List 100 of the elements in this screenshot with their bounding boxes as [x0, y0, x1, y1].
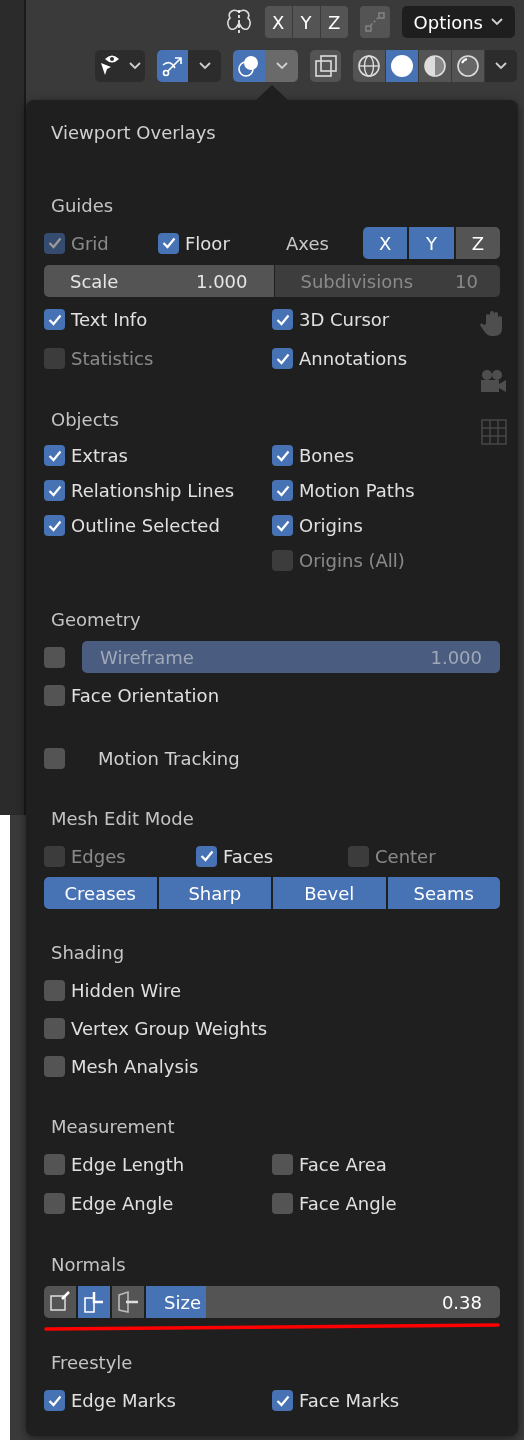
axis-toggle[interactable]: X — [363, 227, 408, 259]
checkbox[interactable] — [272, 1154, 293, 1175]
toggle-button[interactable]: Bevel — [273, 877, 386, 909]
checkbox[interactable] — [272, 445, 293, 466]
check-icon — [275, 519, 290, 532]
mirror-axis-toggle[interactable]: X — [264, 6, 292, 38]
check-icon — [275, 352, 290, 365]
checkbox[interactable] — [44, 1154, 65, 1175]
check-icon — [199, 850, 214, 862]
shading-mode-button[interactable] — [386, 50, 418, 82]
checkbox-label: Extras — [71, 444, 128, 468]
checkbox[interactable] — [44, 1390, 65, 1411]
checkbox-label: Bones — [299, 444, 355, 468]
xray-toggle[interactable] — [310, 50, 341, 82]
options-dropdown[interactable]: Options — [401, 6, 515, 38]
check-icon — [47, 449, 62, 462]
axis-toggle[interactable]: Y — [409, 227, 454, 259]
section-heading: Guides — [50, 193, 114, 218]
checkbox[interactable] — [44, 979, 65, 1001]
checkbox[interactable] — [44, 1017, 65, 1039]
normal-mode-button[interactable] — [44, 1286, 76, 1318]
axis-toggle[interactable]: Z — [455, 227, 500, 259]
section-heading: Measurement — [50, 1114, 175, 1139]
check-icon — [275, 313, 290, 326]
checkbox[interactable] — [196, 845, 217, 867]
shading-mode-button[interactable] — [419, 50, 451, 82]
solid-sphere-icon — [389, 53, 415, 79]
toggle-button[interactable]: Seams — [387, 877, 500, 909]
subpanel-title[interactable]: Motion Tracking — [98, 744, 240, 772]
grid-icon — [480, 418, 508, 446]
checkbox[interactable] — [272, 1193, 293, 1214]
checkbox-label: Vertex Group Weights — [71, 1016, 268, 1041]
checkbox-label: Face Orientation — [71, 683, 220, 708]
check-icon — [161, 237, 176, 249]
shading-mode-button[interactable] — [452, 50, 484, 82]
checkbox-label: Edge Marks — [71, 1389, 176, 1413]
overlays-toggle[interactable] — [233, 50, 265, 82]
split-normal-icon — [82, 1290, 106, 1314]
shading-mode-button[interactable] — [353, 50, 385, 82]
gizmo-toggle[interactable] — [157, 50, 188, 82]
normal-mode-button[interactable] — [112, 1286, 144, 1318]
face-normal-icon — [116, 1290, 140, 1314]
mirror-axis-toggle[interactable]: Y — [292, 6, 320, 38]
checkbox[interactable] — [272, 515, 293, 536]
section-heading: Geometry — [50, 607, 141, 632]
checkbox-label: Motion Paths — [299, 479, 415, 503]
checkbox-label: Face Angle — [299, 1192, 397, 1216]
number-field[interactable]: Scale 1.000 — [44, 265, 274, 297]
checkbox-label: Face Area — [299, 1153, 387, 1177]
checkbox[interactable] — [272, 348, 293, 369]
overlays-dropdown[interactable] — [265, 50, 298, 82]
checkbox-label: Statistics — [71, 347, 154, 371]
size-slider[interactable]: Size 0.38 — [146, 1286, 500, 1318]
checkbox[interactable] — [44, 1055, 65, 1077]
checkbox[interactable] — [272, 309, 293, 330]
checkbox[interactable] — [44, 515, 65, 536]
check-icon — [47, 519, 62, 532]
checkbox-label: Edge Length — [71, 1153, 185, 1177]
chevron-icon — [495, 62, 507, 70]
checkbox-label: Text Info — [71, 308, 148, 332]
glossy-sphere-icon — [455, 53, 481, 79]
snap-button[interactable] — [359, 6, 390, 38]
gizmo-dropdown[interactable] — [188, 50, 221, 82]
overlapping-squares-icon — [313, 54, 338, 78]
butterfly-mirror-icon[interactable] — [224, 9, 253, 35]
slider-value: 0.38 — [441, 1290, 482, 1315]
checkbox-label: Faces — [223, 844, 274, 869]
checkbox[interactable] — [272, 1390, 293, 1411]
section-heading: Normals — [50, 1252, 126, 1277]
check-icon — [47, 484, 62, 497]
chevron-icon — [129, 62, 141, 70]
checkbox[interactable] — [44, 684, 65, 706]
checkbox-label: Hidden Wire — [71, 978, 182, 1003]
checkbox-label: 3D Cursor — [299, 308, 390, 332]
checkbox-label: Outline Selected — [71, 514, 220, 538]
checkbox[interactable] — [44, 1193, 65, 1214]
panel-title: Viewport Overlays — [50, 120, 216, 145]
shading-dropdown[interactable] — [485, 50, 517, 82]
toggle-button[interactable]: Creases — [44, 877, 157, 909]
checkbox[interactable] — [44, 480, 65, 501]
section-heading: Objects — [50, 407, 119, 432]
chevron-icon — [275, 62, 288, 70]
selectability-dropdown[interactable] — [95, 50, 145, 82]
axes-label: Axes — [285, 231, 330, 256]
checkbox-label: Annotations — [299, 347, 408, 371]
mirror-axis-toggle[interactable]: Z — [320, 6, 348, 38]
checkbox[interactable] — [158, 232, 179, 254]
checkbox[interactable] — [44, 445, 65, 466]
check-icon — [47, 313, 62, 326]
checkbox-label: Floor — [185, 231, 230, 256]
half-shaded-sphere-icon — [422, 53, 448, 79]
checkbox[interactable] — [44, 747, 65, 769]
checkbox[interactable] — [272, 480, 293, 501]
toggle-button[interactable]: Sharp — [158, 877, 271, 909]
checkbox-label: Face Marks — [299, 1389, 400, 1413]
section-heading: Shading — [50, 940, 125, 965]
check-icon — [275, 449, 290, 462]
checkbox[interactable] — [44, 309, 65, 330]
check-icon — [47, 237, 62, 249]
normal-mode-button[interactable] — [78, 1286, 110, 1318]
